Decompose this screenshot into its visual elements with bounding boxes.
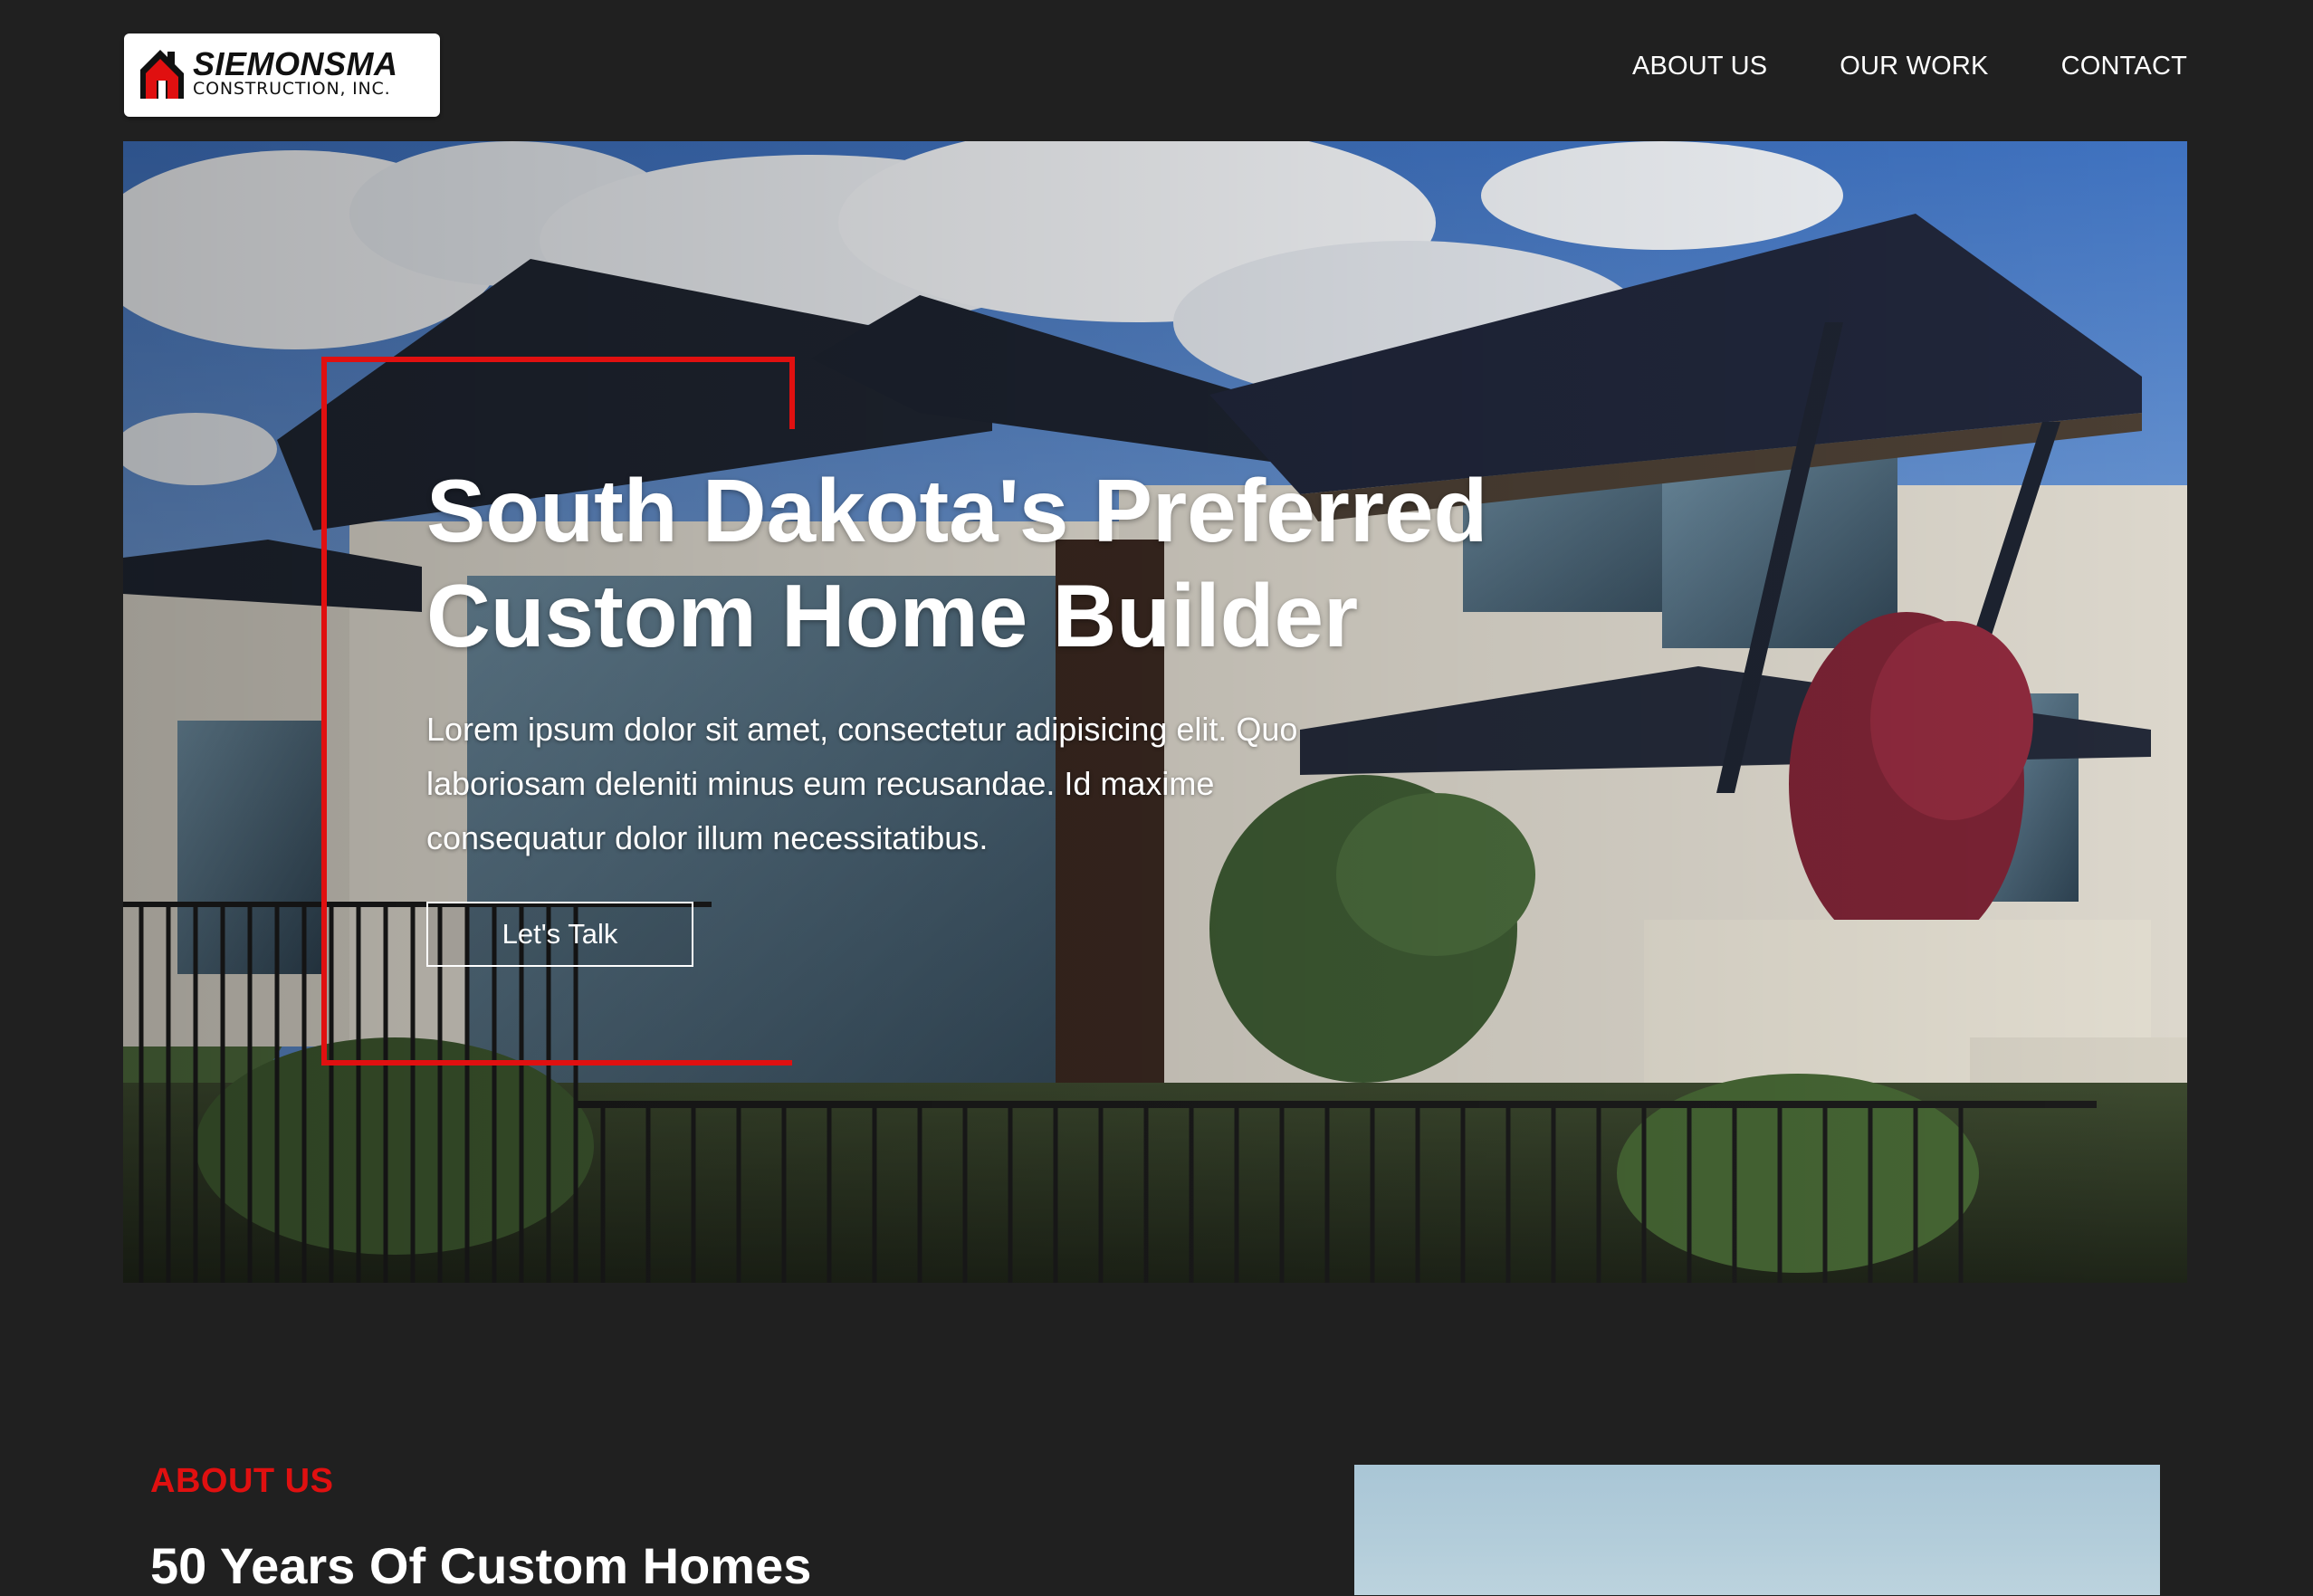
main-nav: ABOUT US OUR WORK CONTACT xyxy=(1632,51,2187,81)
nav-about-us[interactable]: ABOUT US xyxy=(1632,51,1767,81)
about-eyebrow: ABOUT US xyxy=(150,1462,334,1500)
hero-description: Lorem ipsum dolor sit amet, consectetur … xyxy=(426,711,1298,856)
logo-name: SIEMONSMA xyxy=(193,45,398,82)
about-image xyxy=(1354,1465,2160,1595)
house-roof-logo-icon xyxy=(140,50,184,99)
site-header: SIEMONSMA CONSTRUCTION, INC. ABOUT US OU… xyxy=(0,0,2313,141)
hero-section: South Dakota's Preferred Custom Home Bui… xyxy=(123,141,2187,1283)
nav-our-work[interactable]: OUR WORK xyxy=(1840,51,1988,81)
company-logo[interactable]: SIEMONSMA CONSTRUCTION, INC. xyxy=(124,33,440,117)
hero-title: South Dakota's Preferred Custom Home Bui… xyxy=(426,461,1488,665)
logo-subtitle: CONSTRUCTION, INC. xyxy=(193,79,391,99)
lets-talk-button[interactable]: Let's Talk xyxy=(426,902,693,967)
about-title: 50 Years Of Custom Homes xyxy=(150,1537,812,1594)
nav-contact[interactable]: CONTACT xyxy=(2061,51,2187,81)
